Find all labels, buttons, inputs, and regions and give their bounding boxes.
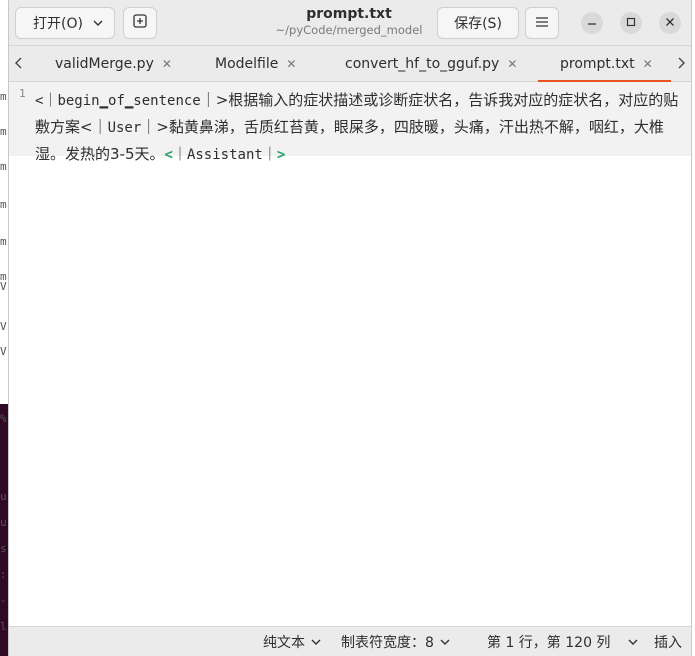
- bg-char: s: [0, 542, 7, 555]
- text-segment: Assistant: [186, 147, 263, 163]
- maximize-icon: [626, 17, 636, 30]
- tab-width-label: 制表符宽度：8: [341, 635, 434, 651]
- text-editor-window: 打开(O) prompt.txt ~/pyCode/merged_model 保…: [8, 0, 692, 656]
- matching-bracket: >: [276, 147, 286, 163]
- save-button[interactable]: 保存(S): [437, 7, 519, 39]
- chevron-down-icon: [311, 637, 321, 648]
- bg-char: :: [0, 568, 7, 581]
- bg-char: m: [0, 125, 7, 138]
- insert-mode-label: 插入: [654, 635, 682, 651]
- close-window-button[interactable]: [659, 12, 681, 34]
- close-tab-icon[interactable]: ✕: [643, 57, 653, 71]
- document-text[interactable]: <｜begin▁of▁sentence｜>根据输入的症状描述或诊断症状名，告诉我…: [35, 87, 687, 168]
- bg-char: V: [0, 320, 7, 333]
- bg-char: l: [0, 620, 7, 633]
- minimize-button[interactable]: [581, 12, 603, 34]
- document-title: prompt.txt: [306, 6, 392, 22]
- tab-modelfile[interactable]: Modelfile ✕: [215, 46, 296, 82]
- close-tab-icon[interactable]: ✕: [507, 57, 517, 71]
- minimize-icon: [587, 17, 597, 30]
- bg-char: -: [0, 594, 7, 607]
- bg-char: m: [0, 90, 7, 103]
- chevron-down-icon: [93, 18, 103, 29]
- maximize-button[interactable]: [620, 12, 642, 34]
- tab-label: validMerge.py: [55, 56, 154, 72]
- close-tab-icon[interactable]: ✕: [286, 57, 296, 71]
- open-button[interactable]: 打开(O): [15, 7, 115, 39]
- text-segment: begin▁of▁sentence: [57, 93, 201, 109]
- close-icon: [665, 17, 675, 30]
- bg-char: m: [0, 160, 7, 173]
- close-tab-icon[interactable]: ✕: [162, 57, 172, 71]
- new-tab-icon: [133, 14, 147, 32]
- tab-bar: validMerge.py ✕ Modelfile ✕ convert_hf_t…: [9, 46, 691, 83]
- window-title-area: prompt.txt ~/pyCode/merged_model: [249, 6, 449, 37]
- text-segment: ｜: [172, 147, 187, 163]
- text-segment: User: [107, 120, 142, 136]
- open-label: 打开(O): [33, 16, 83, 32]
- chevron-right-icon[interactable]: [677, 54, 685, 73]
- cursor-position-selector[interactable]: 第 1 行，第 120 列: [487, 632, 638, 652]
- chevron-left-icon[interactable]: [15, 54, 23, 73]
- text-segment: <｜: [35, 93, 58, 109]
- main-menu-button[interactable]: [525, 7, 559, 39]
- language-selector[interactable]: 纯文本: [263, 632, 321, 652]
- tab-label: Modelfile: [215, 56, 279, 72]
- document-path: ~/pyCode/merged_model: [275, 23, 423, 37]
- bg-char: m: [0, 198, 7, 211]
- language-label: 纯文本: [263, 635, 305, 651]
- bg-char: %: [0, 412, 7, 425]
- tab-prompt[interactable]: prompt.txt ✕: [538, 46, 671, 83]
- line-number: 1: [19, 87, 26, 100]
- bg-char: u: [0, 516, 7, 529]
- status-bar: 纯文本 制表符宽度：8 第 1 行，第 120 列 插入: [9, 626, 691, 656]
- tab-label: convert_hf_to_gguf.py: [345, 56, 500, 72]
- tab-label: prompt.txt: [560, 56, 635, 72]
- new-tab-button[interactable]: [123, 7, 157, 39]
- bg-char: V: [0, 280, 7, 293]
- text-editor-area[interactable]: 1 <｜begin▁of▁sentence｜>根据输入的症状描述或诊断症状名，告…: [9, 82, 691, 625]
- matching-bracket: <: [164, 147, 173, 163]
- tab-validmerge[interactable]: validMerge.py ✕: [55, 46, 172, 82]
- bg-char: m: [0, 235, 7, 248]
- header-bar: 打开(O) prompt.txt ~/pyCode/merged_model 保…: [9, 0, 691, 46]
- save-label: 保存(S): [454, 16, 502, 32]
- bg-char: u: [0, 490, 7, 503]
- chevron-down-icon: [440, 637, 450, 648]
- tab-convert-hf-to-gguf[interactable]: convert_hf_to_gguf.py ✕: [345, 46, 517, 82]
- hamburger-menu-icon: [536, 15, 548, 31]
- cursor-position-label: 第 1 行，第 120 列: [487, 635, 611, 651]
- text-segment: ｜: [262, 147, 277, 163]
- tab-width-selector[interactable]: 制表符宽度：8: [341, 632, 450, 652]
- bg-char: V: [0, 345, 7, 358]
- chevron-down-icon: [628, 637, 638, 648]
- insert-mode-indicator[interactable]: 插入: [654, 632, 682, 652]
